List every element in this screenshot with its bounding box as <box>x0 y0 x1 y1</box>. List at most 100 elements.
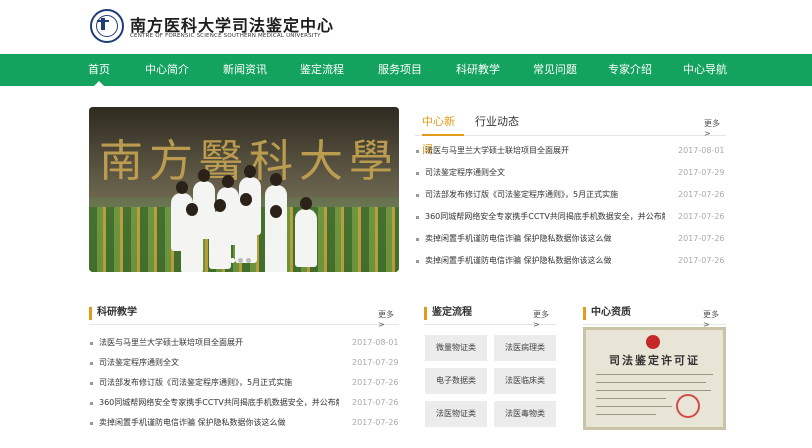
process-more-link[interactable]: 更多 > <box>533 309 556 329</box>
news-date: 2017-07-26 <box>678 256 725 265</box>
research-date: 2017-07-26 <box>352 378 399 387</box>
logo-bar <box>97 20 109 22</box>
news-date: 2017-07-26 <box>678 190 725 199</box>
slider-dot[interactable] <box>230 258 235 263</box>
news-title[interactable]: 360同城帮网络安全专家携手CCTV共同揭底手机数据安全，并公布解... <box>425 206 665 228</box>
nav-item-services[interactable]: 服务项目 <box>376 54 424 86</box>
process-button[interactable]: 法医病理类 <box>494 335 556 361</box>
site-subtitle: CENTRE OF FORENSIC SCIENCE SOUTHERN MEDI… <box>130 33 321 39</box>
official-stamp-icon <box>676 394 700 418</box>
certificate-line <box>596 390 711 391</box>
certificate-line <box>596 382 706 383</box>
news-list-item[interactable]: 卖掉闲置手机谨防电信诈骗 保护隐私数据你该这么做 2017-07-26 <box>416 250 726 272</box>
slider-dot[interactable] <box>238 258 243 263</box>
nav-item-home[interactable]: 首页 <box>82 54 116 86</box>
nav-item-experts[interactable]: 专家介绍 <box>606 54 654 86</box>
certificate-line <box>596 414 656 415</box>
research-date: 2017-07-26 <box>352 418 399 427</box>
bullet <box>90 422 93 425</box>
process-button[interactable]: 法医毒物类 <box>494 401 556 427</box>
research-list-item[interactable]: 卖掉闲置手机谨防电信诈骗 保护隐私数据你该这么做 2017-07-26 <box>90 412 399 434</box>
section-accent <box>583 307 586 320</box>
bullet <box>416 194 419 197</box>
qualification-header: 中心资质 更多 > <box>583 301 726 329</box>
hero-person <box>181 203 203 272</box>
research-title[interactable]: 卖掉闲置手机谨防电信诈骗 保护隐私数据你该这么做 <box>99 412 339 434</box>
news-title[interactable]: 法医与马里兰大学硕士联培项目全面展开 <box>425 140 665 162</box>
tab-center-news[interactable]: 中心新闻 <box>422 108 464 156</box>
hero-slider[interactable]: 南方醫科大學 <box>89 107 399 272</box>
bullet <box>90 382 93 385</box>
news-list-item[interactable]: 司法部发布修订版《司法鉴定程序通则》，5月正式实施 2017-07-26 <box>416 184 726 206</box>
nav-item-process[interactable]: 鉴定流程 <box>298 54 346 86</box>
news-list-item[interactable]: 司法鉴定程序通则全文 2017-07-29 <box>416 162 726 184</box>
logo-ring <box>96 15 118 37</box>
research-header: 科研教学 更多 > <box>89 301 399 329</box>
research-date: 2017-07-29 <box>352 358 399 367</box>
bullet <box>90 342 93 345</box>
national-emblem-icon <box>646 335 660 349</box>
news-list-item[interactable]: 360同城帮网络安全专家携手CCTV共同揭底手机数据安全，并公布解... 201… <box>416 206 726 228</box>
process-heading: 鉴定流程 <box>432 307 472 318</box>
news-title[interactable]: 司法鉴定程序通则全文 <box>425 162 665 184</box>
news-tabs: 中心新闻 行业动态 更多 > <box>415 108 726 156</box>
section-accent <box>424 307 427 320</box>
hero-person <box>209 199 231 269</box>
bullet <box>90 362 93 365</box>
certificate-line <box>596 398 666 399</box>
hero-person <box>235 193 257 263</box>
qualification-more-link[interactable]: 更多 > <box>703 309 726 329</box>
process-button[interactable]: 电子数据类 <box>425 368 487 394</box>
certificate-line <box>596 374 713 375</box>
news-title[interactable]: 司法部发布修订版《司法鉴定程序通则》，5月正式实施 <box>425 184 665 206</box>
hero-person <box>265 205 287 272</box>
bullet <box>90 402 93 405</box>
nav-item-news[interactable]: 新闻资讯 <box>221 54 269 86</box>
main-nav: 首页 中心简介 新闻资讯 鉴定流程 服务项目 科研教学 常见问题 专家介绍 中心… <box>0 54 812 86</box>
news-more-link[interactable]: 更多 > <box>704 118 726 138</box>
process-button[interactable]: 法医临床类 <box>494 368 556 394</box>
site-header: 南方医科大学司法鉴定中心 CENTRE OF FORENSIC SCIENCE … <box>0 0 812 54</box>
research-title[interactable]: 司法部发布修订版《司法鉴定程序通则》，5月正式实施 <box>99 372 339 394</box>
bullet <box>416 172 419 175</box>
news-list-item[interactable]: 卖掉闲置手机谨防电信诈骗 保护隐私数据你该这么做 2017-07-26 <box>416 228 726 250</box>
research-list-item[interactable]: 司法部发布修订版《司法鉴定程序通则》，5月正式实施 2017-07-26 <box>90 372 399 394</box>
news-title[interactable]: 卖掉闲置手机谨防电信诈骗 保护隐私数据你该这么做 <box>425 228 665 250</box>
nav-item-faq[interactable]: 常见问题 <box>531 54 579 86</box>
slider-dot[interactable] <box>246 258 251 263</box>
bullet <box>416 238 419 241</box>
bullet <box>416 260 419 263</box>
research-date: 2017-07-26 <box>352 398 399 407</box>
research-title[interactable]: 法医与马里兰大学硕士联培项目全面展开 <box>99 332 339 354</box>
nav-item-research[interactable]: 科研教学 <box>454 54 502 86</box>
hero-person <box>295 197 317 267</box>
license-certificate-image[interactable]: 司法鉴定许可证 <box>583 327 726 430</box>
nav-item-guide[interactable]: 中心导航 <box>681 54 729 86</box>
university-logo-icon[interactable] <box>90 9 124 43</box>
research-date: 2017-08-01 <box>352 338 399 347</box>
news-title[interactable]: 卖掉闲置手机谨防电信诈骗 保护隐私数据你该这么做 <box>425 250 665 272</box>
research-title[interactable]: 司法鉴定程序通则全文 <box>99 352 339 374</box>
bullet <box>416 216 419 219</box>
nav-item-about[interactable]: 中心简介 <box>143 54 191 86</box>
news-date: 2017-07-26 <box>678 212 725 221</box>
news-list-item[interactable]: 法医与马里兰大学硕士联培项目全面展开 2017-08-01 <box>416 140 726 162</box>
research-list-item[interactable]: 法医与马里兰大学硕士联培项目全面展开 2017-08-01 <box>90 332 399 354</box>
certificate-title: 司法鉴定许可证 <box>609 354 700 367</box>
tab-industry-news[interactable]: 行业动态 <box>475 108 519 136</box>
news-date: 2017-07-29 <box>678 168 725 177</box>
research-list-item[interactable]: 司法鉴定程序通则全文 2017-07-29 <box>90 352 399 374</box>
qualification-heading: 中心资质 <box>591 307 631 318</box>
research-title[interactable]: 360同城帮网络安全专家携手CCTV共同揭底手机数据安全，并公布解... <box>99 392 339 414</box>
research-more-link[interactable]: 更多 > <box>378 309 399 329</box>
process-button[interactable]: 法医物证类 <box>425 401 487 427</box>
certificate-line <box>596 406 672 407</box>
bullet <box>416 150 419 153</box>
news-date: 2017-08-01 <box>678 146 725 155</box>
process-header: 鉴定流程 更多 > <box>424 301 556 329</box>
news-date: 2017-07-26 <box>678 234 725 243</box>
process-button[interactable]: 微量物证类 <box>425 335 487 361</box>
research-list-item[interactable]: 360同城帮网络安全专家携手CCTV共同揭底手机数据安全，并公布解... 201… <box>90 392 399 414</box>
research-heading: 科研教学 <box>97 307 137 318</box>
section-accent <box>89 307 92 320</box>
